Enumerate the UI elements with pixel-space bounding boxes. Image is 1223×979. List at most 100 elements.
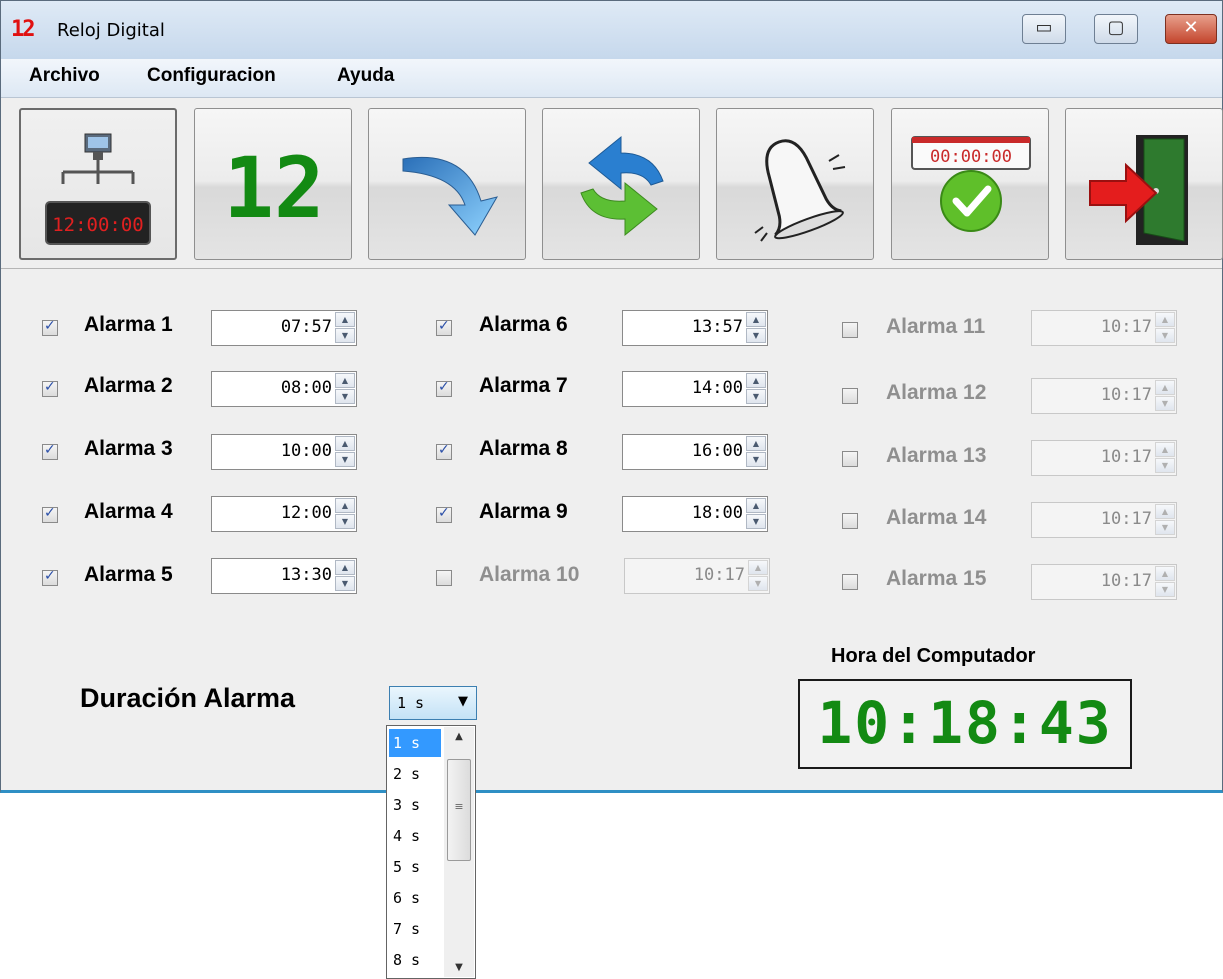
spin-up-icon[interactable]: ▲ bbox=[1155, 380, 1175, 395]
duration-option[interactable]: 6 s bbox=[389, 884, 441, 912]
alarm-7-time[interactable]: 14:00 ▲ ▼ bbox=[622, 371, 768, 407]
alarm-4-time[interactable]: 12:00 ▲ ▼ bbox=[211, 496, 357, 532]
spin-up-icon[interactable]: ▲ bbox=[1155, 442, 1175, 457]
duration-option[interactable]: 4 s bbox=[389, 822, 441, 850]
duration-option[interactable]: 7 s bbox=[389, 915, 441, 943]
toolbar-button-bell[interactable] bbox=[716, 108, 874, 260]
alarm-7-spin[interactable]: ▲ ▼ bbox=[746, 373, 766, 405]
alarm-14-checkbox[interactable] bbox=[842, 513, 858, 529]
alarm-3-spin[interactable]: ▲ ▼ bbox=[335, 436, 355, 468]
chevron-down-icon[interactable]: ▼ bbox=[458, 694, 468, 709]
alarm-14-spin[interactable]: ▲ ▼ bbox=[1155, 504, 1175, 536]
spin-up-icon[interactable]: ▲ bbox=[1155, 312, 1175, 327]
spin-up-icon[interactable]: ▲ bbox=[335, 560, 355, 575]
spin-down-icon[interactable]: ▼ bbox=[335, 389, 355, 404]
alarm-11-checkbox[interactable] bbox=[842, 322, 858, 338]
alarm-6-time[interactable]: 13:57 ▲ ▼ bbox=[622, 310, 768, 346]
title-bar[interactable]: 12 Reloj Digital ▭ ▢ ✕ bbox=[1, 1, 1222, 59]
alarm-6-spin[interactable]: ▲ ▼ bbox=[746, 312, 766, 344]
toolbar-button-network-clock[interactable]: 12:00:00 bbox=[19, 108, 177, 260]
scroll-down-icon[interactable]: ▼ bbox=[444, 962, 474, 973]
duration-option[interactable]: 1 s bbox=[389, 729, 441, 757]
spin-down-icon[interactable]: ▼ bbox=[335, 576, 355, 591]
spin-down-icon[interactable]: ▼ bbox=[746, 452, 766, 467]
spin-up-icon[interactable]: ▲ bbox=[748, 560, 768, 575]
toolbar-button-timer[interactable]: 00:00:00 bbox=[891, 108, 1049, 260]
close-button[interactable]: ✕ bbox=[1165, 14, 1217, 44]
minimize-button[interactable]: ▭ bbox=[1022, 14, 1066, 44]
spin-down-icon[interactable]: ▼ bbox=[1155, 396, 1175, 411]
spin-up-icon[interactable]: ▲ bbox=[1155, 566, 1175, 581]
spin-down-icon[interactable]: ▼ bbox=[335, 452, 355, 467]
alarm-3-checkbox[interactable] bbox=[42, 442, 58, 460]
alarm-9-checkbox[interactable] bbox=[436, 505, 452, 523]
alarm-12-spin[interactable]: ▲ ▼ bbox=[1155, 380, 1175, 412]
alarm-9-time[interactable]: 18:00 ▲ ▼ bbox=[622, 496, 768, 532]
maximize-button[interactable]: ▢ bbox=[1094, 14, 1138, 44]
alarm-13-checkbox[interactable] bbox=[842, 451, 858, 467]
alarm-12-time[interactable]: 10:17 ▲ ▼ bbox=[1031, 378, 1177, 414]
spin-down-icon[interactable]: ▼ bbox=[746, 328, 766, 343]
alarm-6-checkbox[interactable] bbox=[436, 318, 452, 336]
alarm-2-spin[interactable]: ▲ ▼ bbox=[335, 373, 355, 405]
scrollbar-thumb[interactable]: ≡ bbox=[447, 759, 471, 861]
menu-ayuda[interactable]: Ayuda bbox=[337, 65, 394, 87]
spin-up-icon[interactable]: ▲ bbox=[746, 436, 766, 451]
spin-up-icon[interactable]: ▲ bbox=[335, 373, 355, 388]
alarm-10-time[interactable]: 10:17 ▲ ▼ bbox=[624, 558, 770, 594]
spin-down-icon[interactable]: ▼ bbox=[335, 514, 355, 529]
alarm-13-time[interactable]: 10:17 ▲ ▼ bbox=[1031, 440, 1177, 476]
spin-up-icon[interactable]: ▲ bbox=[746, 312, 766, 327]
spin-down-icon[interactable]: ▼ bbox=[1155, 328, 1175, 343]
spin-down-icon[interactable]: ▼ bbox=[748, 576, 768, 591]
spin-down-icon[interactable]: ▼ bbox=[1155, 520, 1175, 535]
duration-option[interactable]: 8 s bbox=[389, 946, 441, 974]
menu-archivo[interactable]: Archivo bbox=[29, 65, 100, 87]
alarm-8-time[interactable]: 16:00 ▲ ▼ bbox=[622, 434, 768, 470]
duration-option[interactable]: 5 s bbox=[389, 853, 441, 881]
alarm-13-spin[interactable]: ▲ ▼ bbox=[1155, 442, 1175, 474]
duration-select[interactable]: 1 s ▼ bbox=[389, 686, 477, 720]
alarm-12-checkbox[interactable] bbox=[842, 388, 858, 404]
alarm-5-time[interactable]: 13:30 ▲ ▼ bbox=[211, 558, 357, 594]
scroll-up-icon[interactable]: ▲ bbox=[444, 731, 474, 742]
alarm-11-time[interactable]: 10:17 ▲ ▼ bbox=[1031, 310, 1177, 346]
alarm-3-time[interactable]: 10:00 ▲ ▼ bbox=[211, 434, 357, 470]
alarm-8-checkbox[interactable] bbox=[436, 442, 452, 460]
spin-down-icon[interactable]: ▼ bbox=[746, 514, 766, 529]
spin-up-icon[interactable]: ▲ bbox=[335, 312, 355, 327]
alarm-14-time[interactable]: 10:17 ▲ ▼ bbox=[1031, 502, 1177, 538]
alarm-2-time[interactable]: 08:00 ▲ ▼ bbox=[211, 371, 357, 407]
toolbar-button-exit[interactable] bbox=[1065, 108, 1223, 260]
alarm-10-spin[interactable]: ▲ ▼ bbox=[748, 560, 768, 592]
menu-configuracion[interactable]: Configuracion bbox=[147, 65, 276, 87]
alarm-4-checkbox[interactable] bbox=[42, 505, 58, 523]
dropdown-scrollbar[interactable]: ▲ ≡ ▼ bbox=[444, 727, 474, 977]
toolbar-button-refresh[interactable] bbox=[542, 108, 700, 260]
spin-up-icon[interactable]: ▲ bbox=[1155, 504, 1175, 519]
spin-up-icon[interactable]: ▲ bbox=[335, 436, 355, 451]
alarm-10-checkbox[interactable] bbox=[436, 570, 452, 586]
alarm-15-checkbox[interactable] bbox=[842, 574, 858, 590]
spin-down-icon[interactable]: ▼ bbox=[746, 389, 766, 404]
spin-down-icon[interactable]: ▼ bbox=[335, 328, 355, 343]
alarm-1-spin[interactable]: ▲ ▼ bbox=[335, 312, 355, 344]
spin-down-icon[interactable]: ▼ bbox=[1155, 458, 1175, 473]
alarm-5-spin[interactable]: ▲ ▼ bbox=[335, 560, 355, 592]
toolbar-button-arrow-down[interactable] bbox=[368, 108, 526, 260]
spin-down-icon[interactable]: ▼ bbox=[1155, 582, 1175, 597]
alarm-1-time[interactable]: 07:57 ▲ ▼ bbox=[211, 310, 357, 346]
alarm-7-checkbox[interactable] bbox=[436, 379, 452, 397]
alarm-15-time[interactable]: 10:17 ▲ ▼ bbox=[1031, 564, 1177, 600]
spin-up-icon[interactable]: ▲ bbox=[746, 373, 766, 388]
spin-up-icon[interactable]: ▲ bbox=[335, 498, 355, 513]
alarm-5-checkbox[interactable] bbox=[42, 568, 58, 586]
alarm-8-spin[interactable]: ▲ ▼ bbox=[746, 436, 766, 468]
duration-option[interactable]: 3 s bbox=[389, 791, 441, 819]
toolbar-button-digital-clock[interactable]: 12 bbox=[194, 108, 352, 260]
alarm-2-checkbox[interactable] bbox=[42, 379, 58, 397]
alarm-9-spin[interactable]: ▲ ▼ bbox=[746, 498, 766, 530]
alarm-11-spin[interactable]: ▲ ▼ bbox=[1155, 312, 1175, 344]
alarm-15-spin[interactable]: ▲ ▼ bbox=[1155, 566, 1175, 598]
duration-option[interactable]: 2 s bbox=[389, 760, 441, 788]
